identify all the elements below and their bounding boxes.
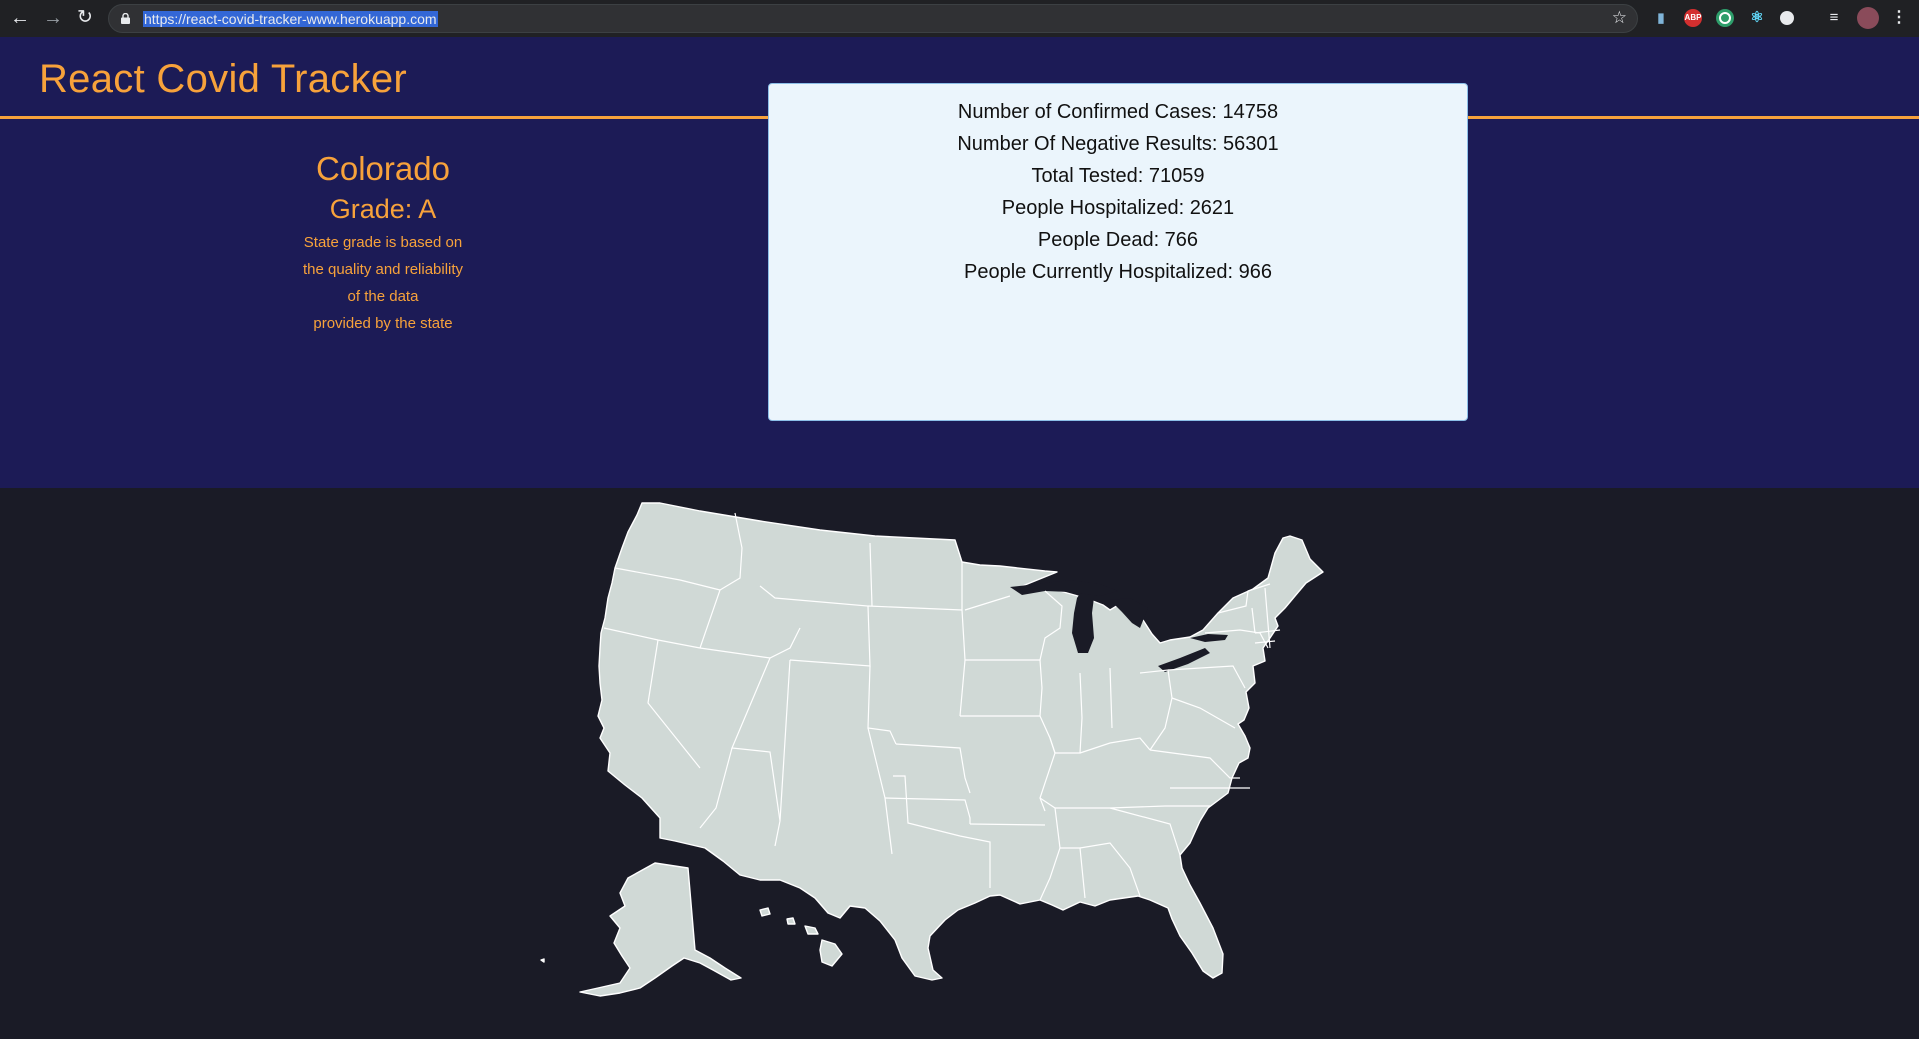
url-text[interactable]: https://react-covid-tracker-www.herokuap…	[143, 11, 438, 27]
stats-card: Number of Confirmed Cases: 14758 Number …	[768, 83, 1468, 421]
state-info: Colorado Grade: A State grade is based o…	[258, 149, 508, 337]
deaths-stat: People Dead: 766	[1037, 229, 1199, 251]
reading-list-icon[interactable]: ≡	[1825, 9, 1843, 27]
alaska-island	[540, 958, 545, 963]
us-map-area	[0, 488, 1919, 1039]
negative-results-stat: Number Of Negative Results: 56301	[957, 133, 1279, 155]
confirmed-cases-stat: Number of Confirmed Cases: 14758	[957, 101, 1279, 123]
us-map[interactable]	[0, 488, 1919, 1039]
lock-icon	[121, 13, 130, 24]
hawaii-kauai[interactable]	[759, 907, 771, 917]
hawaii-big-island[interactable]	[819, 939, 843, 967]
adblock-extension-icon[interactable]: ABP	[1684, 9, 1702, 27]
dark-mode-extension-icon[interactable]	[1780, 11, 1794, 25]
forward-arrow-icon[interactable]: →	[41, 6, 65, 30]
browser-toolbar: ← → ↻ https://react-covid-tracker-www.he…	[0, 0, 1919, 37]
app-title: React Covid Tracker	[39, 57, 408, 101]
address-bar[interactable]: https://react-covid-tracker-www.herokuap…	[108, 4, 1638, 33]
currently-hospitalized-stat: People Currently Hospitalized: 966	[964, 261, 1272, 283]
menu-dots-icon[interactable]: ⋮	[1890, 9, 1908, 27]
grade-note-line: of the data	[347, 288, 419, 305]
grade-note-line: the quality and reliability	[302, 261, 464, 278]
hawaii-maui[interactable]	[804, 925, 819, 935]
state-grade: Grade: A	[329, 194, 437, 224]
bookmark-star-icon[interactable]: ☆	[1612, 8, 1627, 28]
alaska-shape[interactable]	[579, 862, 742, 997]
grade-note-line: State grade is based on	[303, 234, 463, 251]
total-tested-stat: Total Tested: 71059	[1031, 165, 1205, 187]
contiguous-us-shape[interactable]	[597, 502, 1324, 981]
grade-note-line: provided by the state	[313, 315, 453, 332]
reload-icon[interactable]: ↻	[73, 6, 97, 30]
react-devtools-icon[interactable]: ⚛	[1748, 9, 1766, 27]
state-name: Colorado	[316, 150, 450, 187]
bar-chart-extension-icon[interactable]: ▮	[1652, 9, 1670, 27]
hawaii-oahu[interactable]	[786, 917, 796, 925]
profile-avatar[interactable]	[1857, 7, 1879, 29]
hospitalized-stat: People Hospitalized: 2621	[1001, 197, 1235, 219]
back-arrow-icon[interactable]: ←	[8, 6, 32, 30]
circle-extension-icon[interactable]	[1716, 9, 1734, 27]
